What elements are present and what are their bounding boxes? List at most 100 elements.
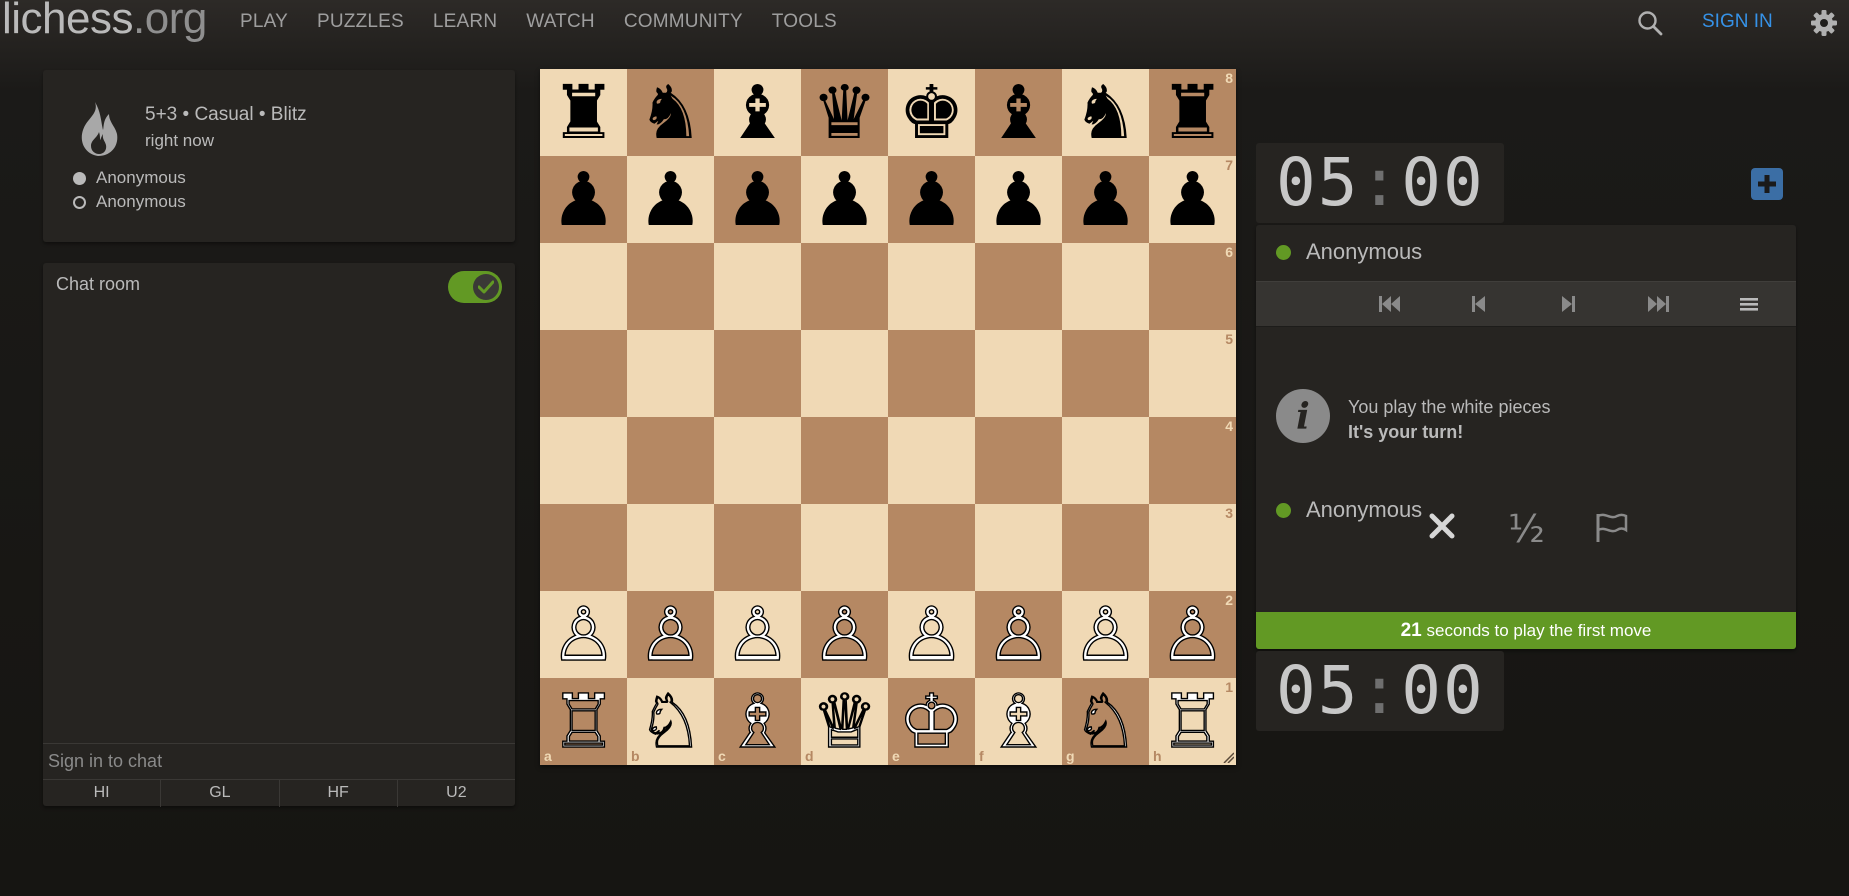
square-h6[interactable]: 6 [1149,243,1236,330]
square-d5[interactable] [801,330,888,417]
square-h8[interactable]: ♜ 8 [1149,69,1236,156]
square-g5[interactable] [1062,330,1149,417]
square-e6[interactable] [888,243,975,330]
square-h3[interactable]: 3 [1149,504,1236,591]
square-b1[interactable]: ♘ b [627,678,714,765]
chess-piece[interactable]: ♜ [1159,76,1225,150]
square-a1[interactable]: ♖ a [540,678,627,765]
square-d4[interactable] [801,417,888,504]
chess-piece[interactable]: ♙ [1159,597,1227,672]
resize-handle-icon[interactable] [1222,751,1234,763]
square-h5[interactable]: 5 [1149,330,1236,417]
square-b8[interactable]: ♞ [627,69,714,156]
square-g1[interactable]: ♘ g [1062,678,1149,765]
chess-piece[interactable]: ♗ [724,684,792,759]
nav-tools[interactable]: TOOLS [772,11,837,33]
square-d2[interactable]: ♙ [801,591,888,678]
square-f5[interactable] [975,330,1062,417]
square-c8[interactable]: ♝ [714,69,801,156]
chess-piece[interactable]: ♛ [811,76,877,150]
prev-move-icon[interactable] [1467,293,1491,315]
square-e7[interactable]: ♟ [888,156,975,243]
square-b4[interactable] [627,417,714,504]
nav-learn[interactable]: LEARN [433,11,497,33]
chess-piece[interactable]: ♚ [898,76,964,150]
chat-toggle[interactable] [448,271,502,303]
square-e1[interactable]: ♔ e [888,678,975,765]
offer-draw-button[interactable]: ½ [1508,507,1545,551]
chess-piece[interactable]: ♖ [1159,684,1227,759]
square-b5[interactable] [627,330,714,417]
opponent-row[interactable]: Anonymous [1276,239,1422,265]
square-a3[interactable] [540,504,627,591]
chess-piece[interactable]: ♙ [550,597,618,672]
square-b6[interactable] [627,243,714,330]
square-h7[interactable]: ♟ 7 [1149,156,1236,243]
abort-icon[interactable] [1428,512,1456,540]
chess-piece[interactable]: ♟ [811,163,877,237]
square-g4[interactable] [1062,417,1149,504]
square-f7[interactable]: ♟ [975,156,1062,243]
player-white[interactable]: Anonymous [73,168,186,188]
square-a6[interactable] [540,243,627,330]
square-b7[interactable]: ♟ [627,156,714,243]
sign-in-link[interactable]: SIGN IN [1702,11,1773,33]
square-e4[interactable] [888,417,975,504]
chess-piece[interactable]: ♜ [550,76,616,150]
chess-piece[interactable]: ♟ [898,163,964,237]
chess-board[interactable]: ♜ ♞ ♝ ♛ ♚ ♝ ♞ ♜ 8 ♟ ♟ ♟ ♟ ♟ ♟ ♟ ♟ 7 6 5 4 3 ♙ ♙ ♙ ♙ ♙ ♙ ♙ ♙ 2 ♖ a ♘ b ♗ c ♕ d ♔… [540,69,1236,765]
preset-u2[interactable]: U2 [398,780,515,807]
nav-puzzles[interactable]: PUZZLES [317,11,404,33]
chess-piece[interactable]: ♘ [637,684,705,759]
square-h2[interactable]: ♙ 2 [1149,591,1236,678]
square-d6[interactable] [801,243,888,330]
square-d3[interactable] [801,504,888,591]
square-g2[interactable]: ♙ [1062,591,1149,678]
square-f1[interactable]: ♗ f [975,678,1062,765]
square-c7[interactable]: ♟ [714,156,801,243]
square-c5[interactable] [714,330,801,417]
square-c3[interactable] [714,504,801,591]
chess-piece[interactable]: ♙ [898,597,966,672]
square-e2[interactable]: ♙ [888,591,975,678]
chess-piece[interactable]: ♟ [724,163,790,237]
square-g3[interactable] [1062,504,1149,591]
square-f3[interactable] [975,504,1062,591]
square-g8[interactable]: ♞ [1062,69,1149,156]
chess-piece[interactable]: ♟ [1159,163,1225,237]
chess-piece[interactable]: ♟ [637,163,703,237]
square-a5[interactable] [540,330,627,417]
square-f8[interactable]: ♝ [975,69,1062,156]
square-g7[interactable]: ♟ [1062,156,1149,243]
square-h4[interactable]: 4 [1149,417,1236,504]
square-e5[interactable] [888,330,975,417]
square-f2[interactable]: ♙ [975,591,1062,678]
square-c6[interactable] [714,243,801,330]
square-f4[interactable] [975,417,1062,504]
chess-piece[interactable]: ♘ [1072,684,1140,759]
square-h1[interactable]: ♖ 1 h [1149,678,1236,765]
chess-piece[interactable]: ♟ [985,163,1051,237]
square-c2[interactable]: ♙ [714,591,801,678]
chess-piece[interactable]: ♟ [550,163,616,237]
chess-piece[interactable]: ♟ [1072,163,1138,237]
next-move-icon[interactable] [1556,293,1580,315]
chess-piece[interactable]: ♝ [985,76,1051,150]
square-a4[interactable] [540,417,627,504]
square-a7[interactable]: ♟ [540,156,627,243]
square-c4[interactable] [714,417,801,504]
square-e3[interactable] [888,504,975,591]
chess-piece[interactable]: ♖ [550,684,618,759]
chess-piece[interactable]: ♗ [985,684,1053,759]
square-g6[interactable] [1062,243,1149,330]
preset-gl[interactable]: GL [161,780,280,807]
preset-hf[interactable]: HF [280,780,398,807]
add-time-button[interactable] [1751,168,1783,200]
chess-piece[interactable]: ♙ [985,597,1053,672]
square-d8[interactable]: ♛ [801,69,888,156]
gear-icon[interactable] [1810,9,1838,37]
chess-piece[interactable]: ♙ [811,597,879,672]
square-b2[interactable]: ♙ [627,591,714,678]
chat-input[interactable]: Sign in to chat [43,743,515,778]
square-f6[interactable] [975,243,1062,330]
